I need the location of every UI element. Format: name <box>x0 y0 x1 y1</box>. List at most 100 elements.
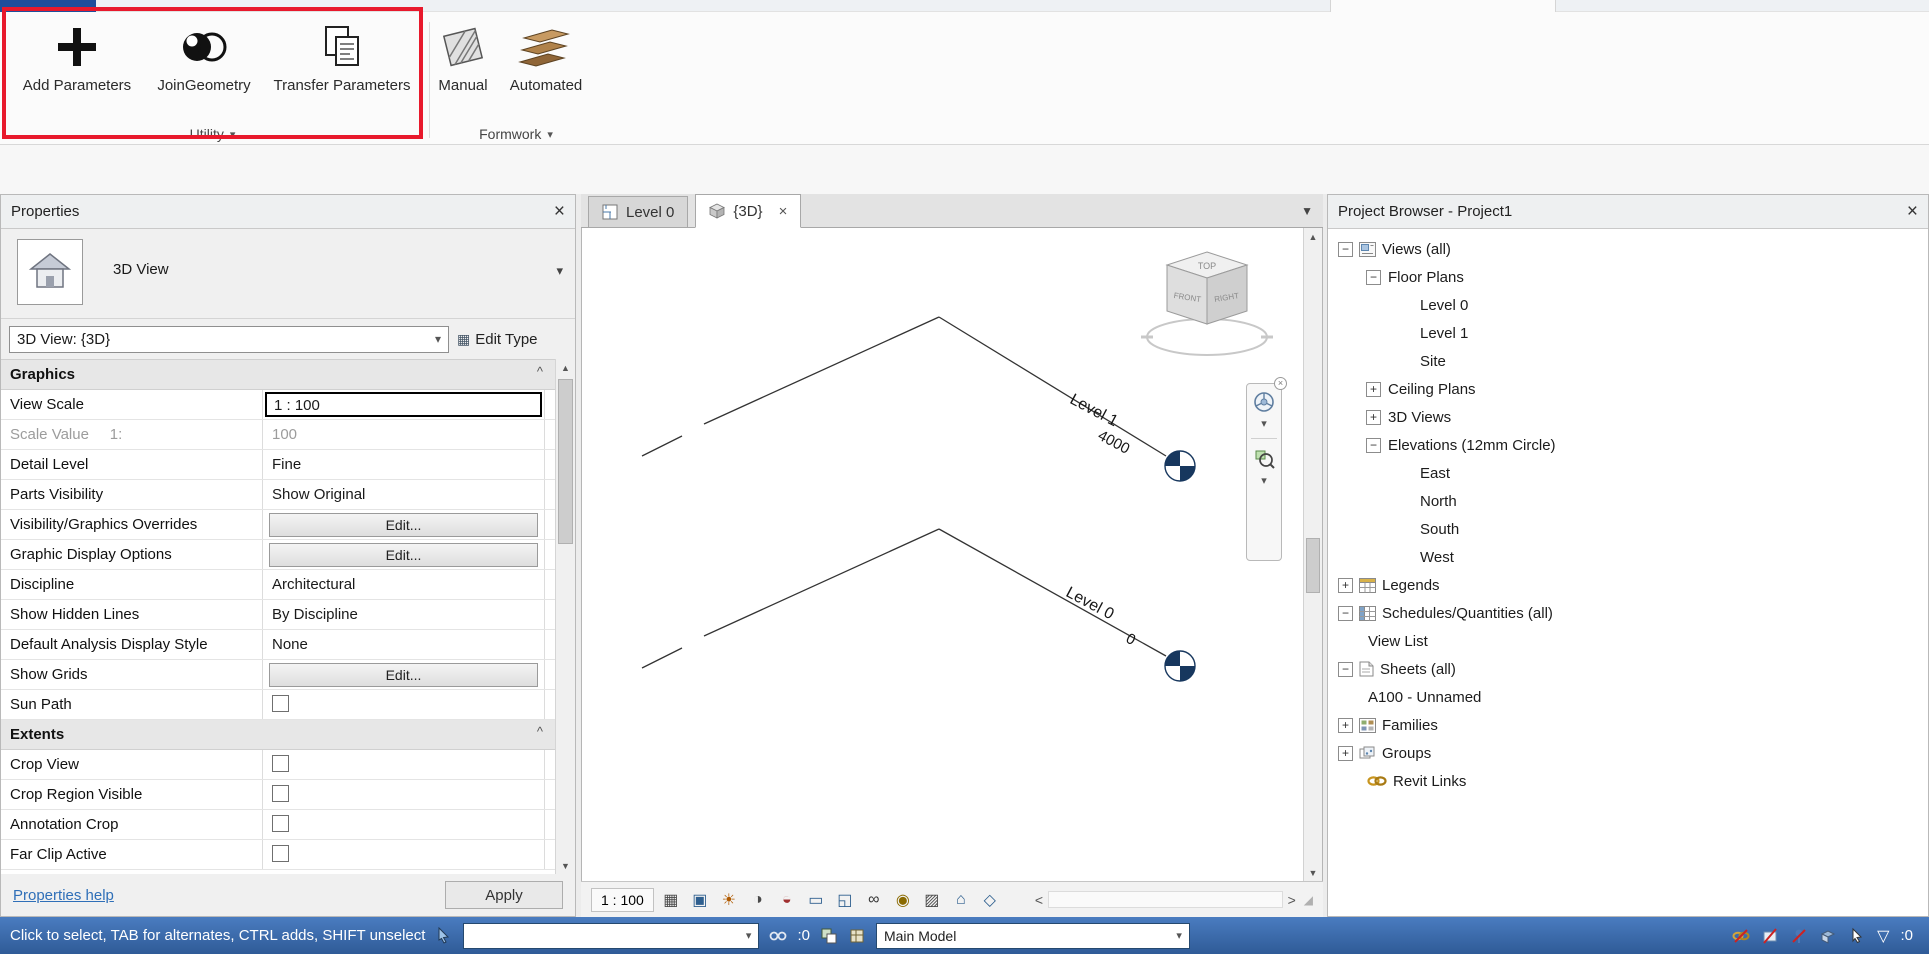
hscroll-right-icon[interactable]: > <box>1288 892 1296 908</box>
chevron-down-icon[interactable]: ▾ <box>556 263 563 279</box>
zoom-icon[interactable] <box>1252 447 1276 471</box>
collapse-expander-icon[interactable]: − <box>1338 241 1353 257</box>
editable-only-icon[interactable] <box>769 927 787 945</box>
section-graphics[interactable]: Graphics ^ <box>1 360 555 390</box>
tab-list-dropdown-icon[interactable]: ▼ <box>1301 204 1313 218</box>
model-canvas[interactable]: Level 1 4000 Level 0 0 TOP FRONT RIGHT × <box>581 228 1323 881</box>
viewcube-top-label[interactable]: TOP <box>1198 261 1216 271</box>
tree-item-3d-views[interactable]: + 3D Views <box>1328 403 1928 431</box>
view-scale-value[interactable]: 1 : 100 <box>265 392 542 417</box>
property-value-cell[interactable]: 1 : 100 <box>263 390 545 419</box>
tree-item-north[interactable]: North <box>1328 487 1928 515</box>
tab-close-icon[interactable]: × <box>779 203 788 220</box>
vg-overrides-edit-button[interactable]: Edit... <box>269 513 538 537</box>
manual-formwork-button[interactable]: Manual <box>432 20 494 98</box>
scroll-down-icon[interactable]: ▼ <box>556 857 575 874</box>
select-by-face-toggle-icon[interactable] <box>1819 927 1837 945</box>
show-grids-edit-button[interactable]: Edit... <box>269 663 538 687</box>
crop-view-checkbox[interactable] <box>272 755 289 772</box>
collapse-icon[interactable]: ^ <box>537 720 555 749</box>
scale-button[interactable]: 1 : 100 <box>591 887 654 912</box>
tab-3d[interactable]: {3D} × <box>695 194 802 228</box>
automated-formwork-button[interactable]: Automated <box>498 20 594 98</box>
properties-scrollbar[interactable]: ▲ ▼ <box>555 359 575 874</box>
tree-item-groups[interactable]: + Groups <box>1328 739 1928 767</box>
expand-expander-icon[interactable]: + <box>1338 577 1353 593</box>
tree-item-views[interactable]: − Views (all) <box>1328 235 1928 263</box>
tree-item-revit-links[interactable]: Revit Links <box>1328 767 1928 795</box>
select-links-toggle-icon[interactable] <box>1732 927 1750 945</box>
drag-on-selection-toggle-icon[interactable] <box>1848 927 1866 945</box>
type-selector[interactable]: 3D View ▾ <box>1 229 575 319</box>
temporary-view-properties-icon[interactable]: ▨ <box>920 888 944 912</box>
tree-item-sheets[interactable]: − Sheets (all) <box>1328 655 1928 683</box>
temporary-hide-isolate-icon[interactable]: ∞ <box>862 888 886 912</box>
tree-item-legends[interactable]: + Legends <box>1328 571 1928 599</box>
show-hidden-lines-value[interactable]: By Discipline <box>263 600 545 629</box>
viewcube[interactable]: TOP FRONT RIGHT <box>1135 238 1285 363</box>
analysis-display-value[interactable]: None <box>263 630 545 659</box>
section-extents[interactable]: Extents ^ <box>1 720 555 750</box>
tree-item-level-0[interactable]: Level 0 <box>1328 291 1928 319</box>
detail-level-value[interactable]: Fine <box>263 450 545 479</box>
select-pinned-toggle-icon[interactable] <box>1790 927 1808 945</box>
collapse-expander-icon[interactable]: − <box>1366 437 1381 453</box>
scrollbar-thumb[interactable] <box>558 379 573 544</box>
tree-item-south[interactable]: South <box>1328 515 1928 543</box>
tree-item-floor-plans[interactable]: − Floor Plans <box>1328 263 1928 291</box>
join-geometry-button[interactable]: JoinGeometry <box>146 20 262 98</box>
tree-item-families[interactable]: + Families <box>1328 711 1928 739</box>
active-workset-dropdown[interactable]: ▾ <box>463 922 760 949</box>
reveal-hidden-elements-icon[interactable]: ◉ <box>891 888 915 912</box>
tree-item-east[interactable]: East <box>1328 459 1928 487</box>
main-model-icon[interactable] <box>848 927 866 945</box>
reveal-constraints-icon[interactable]: ◇ <box>978 888 1002 912</box>
expand-expander-icon[interactable]: + <box>1338 745 1353 761</box>
canvas-vertical-scrollbar[interactable]: ▲ ▼ <box>1303 228 1322 881</box>
far-clip-active-checkbox[interactable] <box>272 845 289 862</box>
tree-item-ceiling-plans[interactable]: + Ceiling Plans <box>1328 375 1928 403</box>
transfer-parameters-button[interactable]: Transfer Parameters <box>262 20 422 98</box>
properties-help-link[interactable]: Properties help <box>13 887 114 904</box>
edit-type-button[interactable]: ▦ Edit Type <box>457 331 538 348</box>
render-icon[interactable]: ◒ <box>775 888 799 912</box>
sun-path-checkbox[interactable] <box>272 695 289 712</box>
shadows-icon[interactable]: ◑ <box>746 888 770 912</box>
press-drag-toggle-icon[interactable] <box>435 927 453 944</box>
wheel-dropdown-icon[interactable]: ▾ <box>1261 417 1267 430</box>
tree-item-site[interactable]: Site <box>1328 347 1928 375</box>
resize-grip-icon[interactable]: ◢ <box>1304 893 1313 907</box>
detail-level-icon[interactable]: ▦ <box>659 888 683 912</box>
close-icon[interactable]: × <box>554 202 565 221</box>
tree-item-elevations[interactable]: − Elevations (12mm Circle) <box>1328 431 1928 459</box>
tree-item-schedules[interactable]: − Schedules/Quantities (all) <box>1328 599 1928 627</box>
visual-style-icon[interactable]: ▣ <box>688 888 712 912</box>
steering-wheel-icon[interactable] <box>1252 390 1276 414</box>
parts-visibility-value[interactable]: Show Original <box>263 480 545 509</box>
file-menu-button[interactable] <box>0 0 96 12</box>
apply-button[interactable]: Apply <box>445 881 563 909</box>
expand-expander-icon[interactable]: + <box>1338 717 1353 733</box>
scroll-up-icon[interactable]: ▲ <box>1304 228 1322 245</box>
hscroll-track[interactable] <box>1048 891 1283 908</box>
crop-view-icon[interactable]: ▭ <box>804 888 828 912</box>
collapse-expander-icon[interactable]: − <box>1366 269 1381 285</box>
active-ribbon-tab[interactable] <box>1330 0 1556 12</box>
tab-level-0[interactable]: Level 0 <box>588 196 689 227</box>
scrollbar-thumb[interactable] <box>1306 538 1320 593</box>
zoom-dropdown-icon[interactable]: ▾ <box>1261 474 1267 487</box>
close-icon[interactable]: × <box>1907 202 1918 221</box>
navbar-close-icon[interactable]: × <box>1274 377 1287 390</box>
design-options-icon[interactable] <box>820 927 838 945</box>
collapse-expander-icon[interactable]: − <box>1338 605 1353 621</box>
select-underlay-toggle-icon[interactable] <box>1761 927 1779 945</box>
show-crop-region-icon[interactable]: ◱ <box>833 888 857 912</box>
add-parameters-button[interactable]: Add Parameters <box>10 20 144 98</box>
scroll-down-icon[interactable]: ▼ <box>1304 864 1322 881</box>
tree-item-level-1[interactable]: Level 1 <box>1328 319 1928 347</box>
hscroll-left-icon[interactable]: < <box>1035 892 1043 908</box>
graphic-display-edit-button[interactable]: Edit... <box>269 543 538 567</box>
utility-panel-label[interactable]: Utility ▾ <box>0 126 425 142</box>
discipline-value[interactable]: Architectural <box>263 570 545 599</box>
expand-expander-icon[interactable]: + <box>1366 409 1381 425</box>
